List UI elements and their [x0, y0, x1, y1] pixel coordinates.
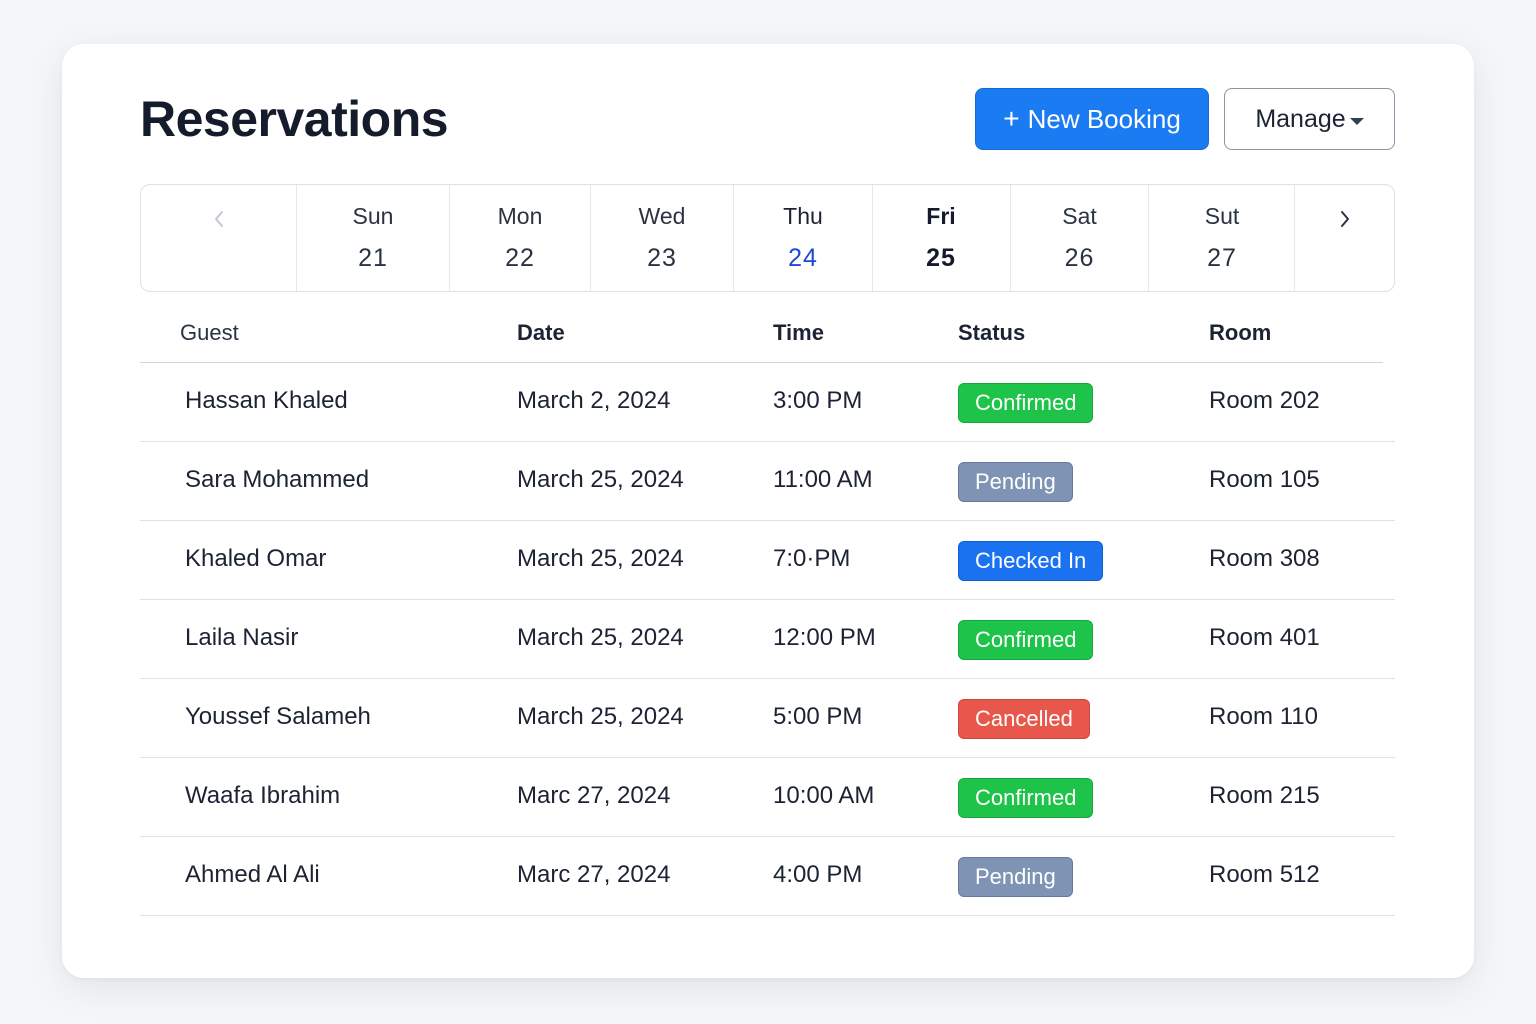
new-booking-button[interactable]: + New Booking	[975, 88, 1209, 150]
week-strip: Sun 21 Mon 22 Wed 23 Thu 24 Fri 25 Sat 2…	[140, 184, 1395, 292]
caret-down-icon	[1349, 117, 1364, 125]
day-number: 24	[788, 244, 818, 272]
header-date[interactable]: Date	[517, 320, 565, 346]
table-row[interactable]: Sara Mohammed March 25, 2024 11:00 AM Pe…	[140, 442, 1395, 521]
booking-date: March 25, 2024	[517, 545, 684, 572]
status-badge: Confirmed	[958, 778, 1094, 818]
day-name: Mon	[497, 203, 543, 229]
day-sat[interactable]: Sat 26	[1010, 185, 1149, 291]
room-number: Room 308	[1209, 545, 1320, 572]
room-number: Room 105	[1209, 466, 1320, 493]
day-number: 26	[1064, 244, 1095, 272]
chevron-right-icon	[1340, 211, 1349, 227]
day-fri-selected[interactable]: Fri 25	[873, 185, 1010, 291]
booking-date: Marc 27, 2024	[517, 782, 671, 809]
status-badge: Cancelled	[958, 699, 1090, 739]
day-sun[interactable]: Sun 21	[297, 185, 450, 291]
week-prev-button[interactable]	[141, 185, 297, 291]
header-status[interactable]: Status	[958, 320, 1025, 346]
table-row[interactable]: Youssef Salameh March 25, 2024 5:00 PM C…	[140, 679, 1395, 758]
booking-time: 7:0·PM	[773, 545, 851, 572]
day-number: 23	[647, 244, 677, 272]
table-row[interactable]: Khaled Omar March 25, 2024 7:0·PM Checke…	[140, 521, 1395, 600]
day-wed[interactable]: Wed 23	[591, 185, 734, 291]
guest-name: Hassan Khaled	[185, 387, 348, 414]
day-thu-today[interactable]: Thu 24	[734, 185, 873, 291]
room-number: Room 401	[1209, 624, 1320, 651]
status-cell: Confirmed	[958, 383, 1094, 423]
status-badge: Pending	[958, 462, 1073, 502]
status-cell: Confirmed	[958, 620, 1094, 660]
day-name: Fri	[926, 203, 956, 229]
status-badge: Confirmed	[958, 620, 1094, 660]
status-badge: Confirmed	[958, 383, 1094, 423]
room-number: Room 202	[1209, 387, 1320, 414]
chevron-left-icon	[214, 211, 223, 227]
booking-date: March 25, 2024	[517, 466, 684, 493]
booking-date: March 25, 2024	[517, 703, 684, 730]
guest-name: Sara Mohammed	[185, 466, 370, 493]
page-title: Reservations	[140, 91, 449, 147]
status-cell: Cancelled	[958, 699, 1090, 739]
booking-date: March 2, 2024	[517, 387, 671, 414]
day-name: Sut	[1204, 203, 1240, 229]
status-cell: Pending	[958, 462, 1073, 502]
day-number: 21	[358, 244, 388, 272]
manage-label: Manage	[1255, 104, 1346, 133]
reservations-card: Reservations + New Booking Manage Sun 21…	[62, 44, 1474, 978]
status-badge: Pending	[958, 857, 1073, 897]
day-sut[interactable]: Sut 27	[1149, 185, 1295, 291]
booking-time: 4:00 PM	[773, 861, 863, 888]
day-number: 22	[505, 244, 535, 272]
day-number: 27	[1207, 244, 1237, 272]
room-number: Room 215	[1209, 782, 1320, 809]
guest-name: Khaled Omar	[185, 545, 327, 572]
table-row[interactable]: Hassan Khaled March 2, 2024 3:00 PM Conf…	[140, 363, 1395, 442]
day-name: Sun	[352, 203, 394, 229]
booking-date: March 25, 2024	[517, 624, 684, 651]
day-name: Wed	[638, 203, 686, 229]
table-row[interactable]: Waafa Ibrahim Marc 27, 2024 10:00 AM Con…	[140, 758, 1395, 837]
day-name: Sat	[1062, 203, 1097, 229]
day-number: 25	[926, 244, 956, 272]
header-time[interactable]: Time	[773, 320, 824, 346]
status-cell: Checked In	[958, 541, 1104, 581]
day-mon[interactable]: Mon 22	[450, 185, 591, 291]
table-header: Guest Date Time Status Room	[140, 306, 1383, 363]
status-cell: Pending	[958, 857, 1073, 897]
booking-time: 5:00 PM	[773, 703, 863, 730]
header-room[interactable]: Room	[1209, 320, 1271, 346]
plus-icon: +	[1003, 103, 1020, 134]
booking-time: 3:00 PM	[773, 387, 863, 414]
day-name: Thu	[783, 203, 823, 229]
room-number: Room 110	[1209, 703, 1318, 730]
booking-time: 11:00 AM	[773, 466, 873, 493]
status-badge: Checked In	[958, 541, 1104, 581]
reservations-table: Guest Date Time Status Room Hassan Khale…	[140, 306, 1395, 916]
new-booking-label: New Booking	[1027, 103, 1181, 134]
booking-time: 12:00 PM	[773, 624, 876, 651]
booking-date: Marc 27, 2024	[517, 861, 671, 888]
week-next-button[interactable]	[1294, 185, 1394, 291]
header-guest[interactable]: Guest	[180, 320, 239, 346]
table-row[interactable]: Laila Nasir March 25, 2024 12:00 PM Conf…	[140, 600, 1395, 679]
table-row[interactable]: Ahmed Al Ali Marc 27, 2024 4:00 PM Pendi…	[140, 837, 1395, 916]
status-cell: Confirmed	[958, 778, 1094, 818]
manage-dropdown-button[interactable]: Manage	[1224, 88, 1395, 150]
room-number: Room 512	[1209, 861, 1320, 888]
guest-name: Laila Nasir	[185, 624, 299, 651]
guest-name: Ahmed Al Ali	[185, 861, 320, 888]
guest-name: Youssef Salameh	[185, 703, 371, 730]
guest-name: Waafa Ibrahim	[185, 782, 341, 809]
booking-time: 10:00 AM	[773, 782, 875, 809]
